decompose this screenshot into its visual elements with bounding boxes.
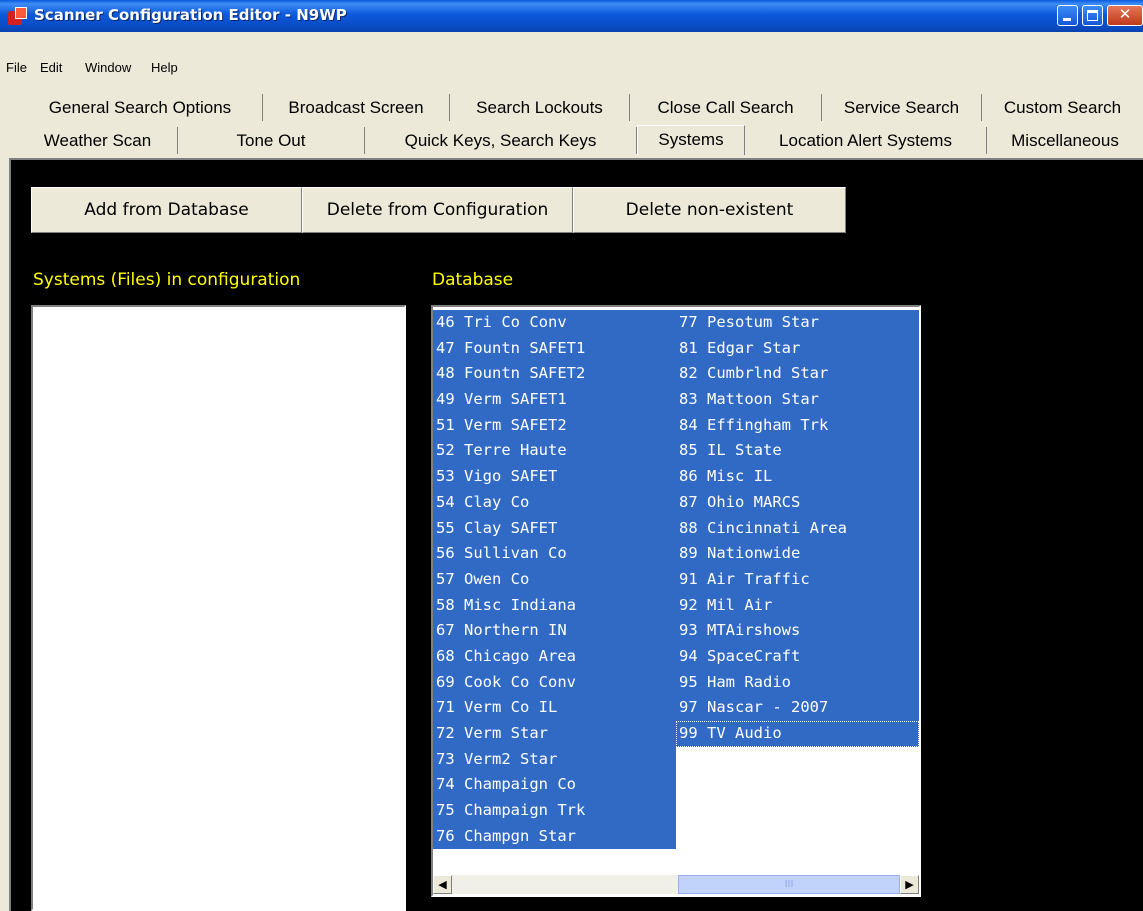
- menu-window[interactable]: Window: [85, 60, 131, 75]
- add-from-database-button[interactable]: Add from Database: [31, 187, 302, 233]
- scroll-right-button[interactable]: ▶: [900, 875, 919, 894]
- arrow-right-icon: ▶: [905, 878, 914, 891]
- systems-in-configuration-label: Systems (Files) in configuration: [33, 270, 301, 290]
- app-icon: [8, 7, 28, 25]
- database-item[interactable]: 49 Verm SAFET1: [433, 387, 676, 413]
- database-item[interactable]: 71 Verm Co IL: [433, 695, 676, 721]
- tab-search-lockouts[interactable]: Search Lockouts: [450, 94, 630, 121]
- database-item[interactable]: 58 Misc Indiana: [433, 593, 676, 619]
- database-item[interactable]: 74 Champaign Co: [433, 772, 676, 798]
- database-item[interactable]: 67 Northern IN: [433, 618, 676, 644]
- scroll-thumb[interactable]: III: [678, 875, 900, 894]
- database-item[interactable]: 57 Owen Co: [433, 567, 676, 593]
- scroll-left-button[interactable]: ◀: [433, 875, 452, 894]
- delete-from-configuration-button[interactable]: Delete from Configuration: [302, 187, 573, 233]
- tab-row-2: Weather Scan Tone Out Quick Keys, Search…: [0, 125, 1143, 155]
- tab-weather-scan[interactable]: Weather Scan: [18, 127, 178, 154]
- delete-non-existent-button[interactable]: Delete non-existent: [573, 187, 846, 233]
- database-item[interactable]: 75 Champaign Trk: [433, 798, 676, 824]
- database-item[interactable]: 46 Tri Co Conv: [433, 310, 676, 336]
- maximize-button[interactable]: [1082, 5, 1103, 26]
- tab-tone-out[interactable]: Tone Out: [178, 127, 365, 154]
- database-label: Database: [432, 270, 514, 290]
- grip-icon: III: [784, 879, 794, 890]
- menu-edit[interactable]: Edit: [40, 60, 62, 75]
- database-item[interactable]: 91 Air Traffic: [676, 567, 919, 593]
- tab-general-search-options[interactable]: General Search Options: [18, 94, 263, 121]
- database-item[interactable]: 77 Pesotum Star: [676, 310, 919, 336]
- title-bar[interactable]: Scanner Configuration Editor - N9WP ✕: [0, 0, 1143, 32]
- database-item[interactable]: 86 Misc IL: [676, 464, 919, 490]
- database-item[interactable]: 72 Verm Star: [433, 721, 676, 747]
- maximize-icon: [1087, 10, 1098, 21]
- database-item[interactable]: 73 Verm2 Star: [433, 747, 676, 773]
- tab-miscellaneous[interactable]: Miscellaneous: [987, 127, 1143, 154]
- database-item[interactable]: 54 Clay Co: [433, 490, 676, 516]
- database-item[interactable]: 76 Champgn Star: [433, 824, 676, 850]
- menu-file[interactable]: File: [6, 60, 27, 75]
- database-item[interactable]: 89 Nationwide: [676, 541, 919, 567]
- database-item[interactable]: 55 Clay SAFET: [433, 516, 676, 542]
- database-item[interactable]: 51 Verm SAFET2: [433, 413, 676, 439]
- database-item[interactable]: 48 Fountn SAFET2: [433, 361, 676, 387]
- database-column-1: 46 Tri Co Conv 47 Fountn SAFET1 48 Fount…: [433, 310, 676, 850]
- database-item[interactable]: 68 Chicago Area: [433, 644, 676, 670]
- minimize-button[interactable]: [1057, 5, 1078, 26]
- menu-help[interactable]: Help: [151, 60, 178, 75]
- configuration-list[interactable]: [31, 305, 406, 911]
- database-item[interactable]: 95 Ham Radio: [676, 670, 919, 696]
- database-item[interactable]: 52 Terre Haute: [433, 438, 676, 464]
- tab-custom-search[interactable]: Custom Search: [982, 94, 1143, 121]
- database-item[interactable]: 47 Fountn SAFET1: [433, 336, 676, 362]
- database-item[interactable]: 87 Ohio MARCS: [676, 490, 919, 516]
- database-item[interactable]: 93 MTAirshows: [676, 618, 919, 644]
- database-item[interactable]: 85 IL State: [676, 438, 919, 464]
- database-item[interactable]: 84 Effingham Trk: [676, 413, 919, 439]
- tab-systems[interactable]: Systems: [637, 125, 745, 155]
- database-item[interactable]: 83 Mattoon Star: [676, 387, 919, 413]
- app-window: Scanner Configuration Editor - N9WP ✕ Fi…: [0, 0, 1143, 911]
- window-title: Scanner Configuration Editor - N9WP: [34, 6, 347, 24]
- database-item[interactable]: 94 SpaceCraft: [676, 644, 919, 670]
- database-horizontal-scrollbar[interactable]: ◀ III ▶: [433, 875, 919, 894]
- database-item[interactable]: 97 Nascar - 2007: [676, 695, 919, 721]
- tab-quick-keys-search-keys[interactable]: Quick Keys, Search Keys: [365, 127, 637, 154]
- database-item[interactable]: 88 Cincinnati Area: [676, 516, 919, 542]
- database-item[interactable]: 92 Mil Air: [676, 593, 919, 619]
- arrow-left-icon: ◀: [438, 878, 447, 891]
- database-column-2: 77 Pesotum Star 81 Edgar Star 82 Cumbrln…: [676, 310, 919, 747]
- tab-broadcast-screen[interactable]: Broadcast Screen: [263, 94, 450, 121]
- database-item-focused[interactable]: 99 TV Audio: [676, 721, 919, 747]
- minimize-icon: [1063, 18, 1071, 21]
- close-button[interactable]: ✕: [1107, 5, 1143, 26]
- tab-service-search[interactable]: Service Search: [822, 94, 982, 121]
- tab-location-alert-systems[interactable]: Location Alert Systems: [745, 127, 987, 154]
- tab-close-call-search[interactable]: Close Call Search: [630, 94, 822, 121]
- database-item[interactable]: 69 Cook Co Conv: [433, 670, 676, 696]
- tab-row-1: General Search Options Broadcast Screen …: [0, 92, 1143, 122]
- database-item[interactable]: 81 Edgar Star: [676, 336, 919, 362]
- database-item[interactable]: 82 Cumbrlnd Star: [676, 361, 919, 387]
- database-item[interactable]: 53 Vigo SAFET: [433, 464, 676, 490]
- database-item[interactable]: 56 Sullivan Co: [433, 541, 676, 567]
- close-icon: ✕: [1118, 5, 1132, 23]
